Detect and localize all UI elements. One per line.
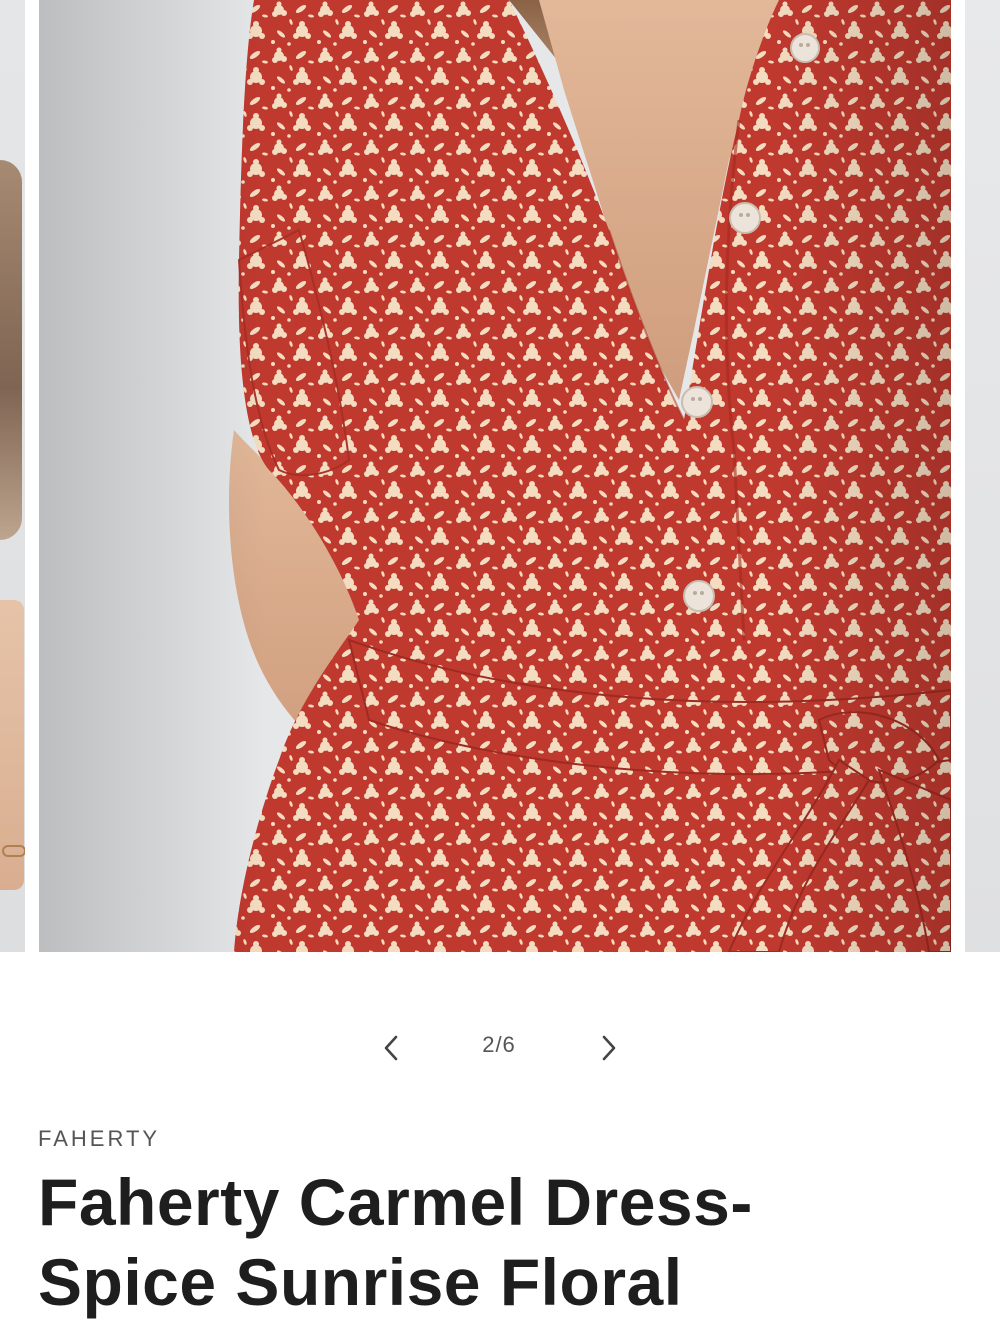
image-counter: 2/6 [482, 1032, 516, 1057]
previous-slide-peek[interactable] [0, 0, 25, 952]
chevron-right-icon [602, 1035, 616, 1061]
product-title: Faherty Carmel Dress- Spice Sunrise Flor… [38, 1162, 938, 1322]
carousel-pager: 2/6 [0, 1018, 1000, 1078]
product-page: 2/6 FAHERTY Faherty Carmel Dress- Spice … [0, 0, 1000, 1333]
product-photo [39, 0, 951, 952]
product-image-carousel[interactable] [0, 0, 1000, 955]
model-hair [0, 160, 22, 540]
previous-image-button[interactable] [371, 1028, 411, 1068]
chevron-left-icon [384, 1035, 398, 1061]
product-title-line-1: Faherty Carmel Dress- [38, 1165, 753, 1239]
next-image-button[interactable] [589, 1028, 629, 1068]
product-brand: FAHERTY [38, 1126, 161, 1151]
product-title-line-2: Spice Sunrise Floral [38, 1245, 683, 1319]
bracelet [2, 845, 25, 857]
current-slide[interactable] [39, 0, 951, 952]
next-slide-peek[interactable] [965, 0, 1000, 952]
